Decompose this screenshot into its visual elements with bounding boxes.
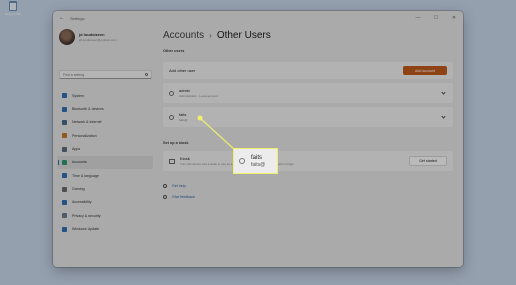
person-icon — [62, 159, 67, 165]
sidebar-item-label: Apps — [72, 147, 81, 152]
minimize-button[interactable]: — — [409, 11, 427, 25]
callout-text: faits faits@ — [251, 155, 265, 168]
add-account-button[interactable]: Add account — [403, 66, 447, 75]
clock-globe-icon — [62, 173, 67, 179]
profile-text: jd loudoizeen jdl.loudoizeen@outlook.com — [79, 32, 117, 42]
add-other-user-label: Add other user — [169, 68, 196, 73]
sidebar-item-system[interactable]: System — [57, 89, 153, 102]
callout-user-name: faits — [251, 154, 263, 161]
get-help-label[interactable]: Get help — [172, 184, 186, 188]
brush-icon — [62, 133, 67, 139]
person-icon — [239, 158, 245, 164]
sidebar-item-label: Network & internet — [72, 120, 102, 125]
sidebar-item-label: Time & language — [72, 173, 100, 178]
get-help-link[interactable]: Get help — [163, 184, 186, 188]
callout-highlight: faits faits@ — [233, 148, 278, 174]
sidebar-item-label: Accounts — [72, 160, 87, 165]
user-account-type: Administrator - Local account — [179, 94, 218, 98]
sidebar-item-label: Privacy & security — [72, 213, 101, 218]
update-icon — [62, 226, 67, 232]
feedback-icon — [163, 195, 167, 199]
sidebar-item-windows-update[interactable]: Windows Update — [57, 222, 153, 235]
chevron-down-icon[interactable] — [441, 90, 446, 95]
user-row-faits[interactable]: faits faits@ — [163, 107, 453, 127]
bluetooth-icon — [62, 106, 67, 112]
callout-user-email: faits@ — [251, 161, 266, 168]
chevron-down-icon[interactable] — [441, 114, 446, 119]
profile-name: jd loudoizeen — [79, 32, 105, 37]
title-bar: ← Settings — ☐ ✕ — [53, 11, 463, 25]
user-row-text: admin Administrator - Local account — [179, 88, 218, 98]
give-feedback-link[interactable]: Give feedback — [163, 195, 195, 199]
sidebar-item-accounts[interactable]: Accounts — [57, 155, 153, 170]
back-button[interactable]: ← — [57, 15, 67, 21]
kiosk-icon — [169, 158, 175, 164]
maximize-button[interactable]: ☐ — [427, 11, 445, 25]
sidebar-item-personalization[interactable]: Personalization — [57, 129, 153, 142]
breadcrumb-separator: › — [209, 31, 212, 40]
help-icon — [163, 184, 167, 188]
person-icon — [169, 114, 174, 120]
sidebar-nav: System Bluetooth & devices Network & int… — [57, 89, 153, 236]
user-name: admin — [179, 88, 190, 93]
sidebar-item-apps[interactable]: Apps — [57, 142, 153, 155]
recycle-bin-label: Recycle Bin — [5, 12, 21, 16]
page-title: Other Users — [216, 30, 271, 41]
apps-icon — [62, 146, 67, 152]
search-input[interactable] — [63, 72, 143, 77]
sidebar-item-bluetooth[interactable]: Bluetooth & devices — [57, 102, 153, 115]
user-profile[interactable]: jd loudoizeen jdl.loudoizeen@outlook.com — [59, 29, 117, 45]
sidebar-item-accessibility[interactable]: Accessibility — [57, 196, 153, 209]
wifi-icon — [62, 119, 67, 125]
monitor-icon — [62, 93, 67, 99]
close-button[interactable]: ✕ — [445, 11, 463, 25]
controller-icon — [62, 186, 67, 192]
search-icon[interactable] — [145, 73, 148, 76]
sidebar-item-label: Windows Update — [72, 227, 100, 232]
sidebar-item-label: System — [72, 93, 84, 98]
window-title: Settings — [70, 15, 85, 21]
accessibility-icon — [62, 199, 67, 205]
user-email: faits@ — [179, 118, 188, 122]
kiosk-row: Kiosk Turn this device into a kiosk to u… — [163, 151, 453, 171]
add-other-user-row: Add other user Add account — [163, 62, 453, 79]
recycle-bin-icon — [9, 1, 17, 11]
breadcrumb-accounts[interactable]: Accounts — [163, 30, 204, 41]
user-name: faits — [179, 112, 187, 117]
user-row-text: faits faits@ — [179, 112, 188, 122]
breadcrumb: Accounts › Other Users — [163, 30, 271, 41]
sidebar-item-gaming[interactable]: Gaming — [57, 182, 153, 195]
sidebar-item-label: Bluetooth & devices — [72, 107, 104, 112]
settings-window: ← Settings — ☐ ✕ jd loudoizeen jdl.loudo… — [53, 11, 463, 267]
settings-search-box[interactable] — [59, 70, 152, 79]
person-icon — [169, 90, 174, 96]
get-started-button[interactable]: Get started — [409, 156, 447, 166]
shield-icon — [62, 213, 67, 219]
sidebar-item-label: Gaming — [72, 187, 85, 192]
window-controls: — ☐ ✕ — [409, 11, 463, 25]
avatar — [59, 29, 75, 45]
sidebar-item-label: Personalization — [72, 133, 97, 138]
kiosk-heading: Set up a kiosk — [163, 141, 189, 145]
sidebar-item-network[interactable]: Network & internet — [57, 116, 153, 129]
user-row-admin[interactable]: admin Administrator - Local account — [163, 83, 453, 103]
sidebar-item-privacy[interactable]: Privacy & security — [57, 209, 153, 222]
other-users-heading: Other users — [163, 49, 185, 53]
profile-email: jdl.loudoizeen@outlook.com — [79, 38, 117, 42]
sidebar-item-label: Accessibility — [72, 200, 92, 205]
give-feedback-label[interactable]: Give feedback — [172, 195, 195, 199]
sidebar-item-time-language[interactable]: Time & language — [57, 169, 153, 182]
recycle-bin[interactable]: Recycle Bin — [2, 1, 24, 16]
